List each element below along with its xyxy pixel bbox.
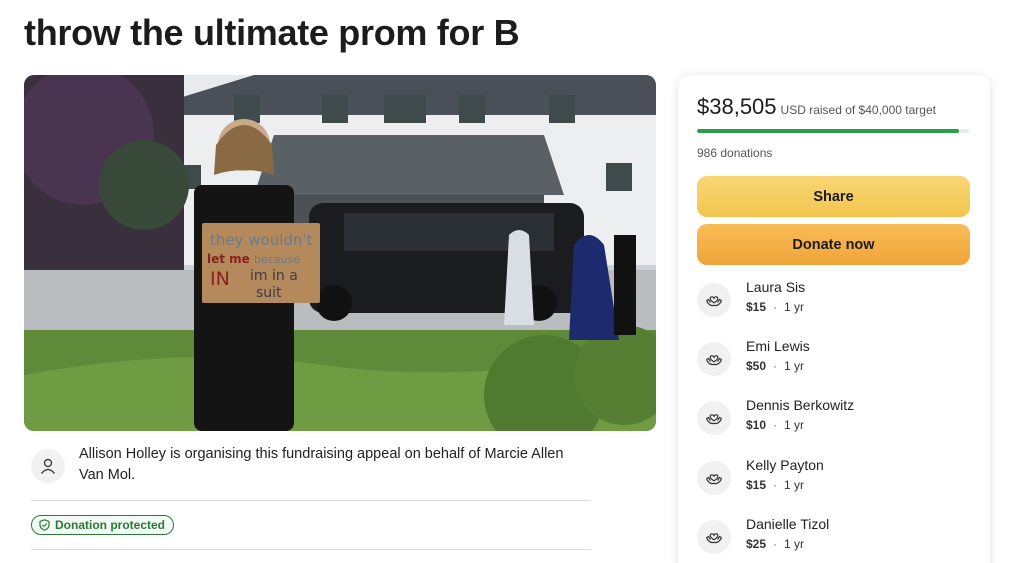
donor-name: Laura Sis (746, 279, 806, 295)
page-title: throw the ultimate prom for B (24, 12, 520, 53)
donate-now-button[interactable]: Donate now (697, 224, 970, 265)
donor-item: Danielle Tizol $25 · 1 yr (697, 516, 967, 560)
heart-hands-icon (697, 461, 731, 495)
campaign-photo[interactable]: they wouldn't let me because IN im in a … (24, 75, 656, 431)
heart-hands-icon (697, 283, 731, 317)
donor-name: Dennis Berkowitz (746, 397, 855, 413)
donor-name: Kelly Payton (746, 457, 824, 473)
heart-hands-icon (697, 520, 731, 554)
donor-amount: $15 (746, 300, 767, 314)
donor-item: Kelly Payton $15 · 1 yr (697, 457, 967, 501)
donor-meta: $15 · 1 yr (746, 300, 805, 314)
donor-item: Dennis Berkowitz $10 · 1 yr (697, 397, 967, 441)
donor-amount: $10 (746, 418, 767, 432)
raised-amount: $38,505 (697, 94, 777, 119)
sign-text-5: im in a (250, 268, 298, 284)
shield-icon (39, 519, 50, 531)
heart-hands-icon (697, 342, 731, 376)
donor-meta: $50 · 1 yr (746, 359, 805, 373)
donor-amount: $25 (746, 537, 767, 551)
donor-meta: $25 · 1 yr (746, 537, 805, 551)
donation-panel: $38,505 USD raised of $40,000 target 986… (678, 75, 990, 563)
donor-meta: $15 · 1 yr (746, 478, 805, 492)
divider (31, 500, 591, 501)
sign-text-2: let me (207, 252, 250, 266)
donor-item: Laura Sis $15 · 1 yr (697, 279, 967, 323)
person-icon (31, 449, 65, 483)
sign-text-3: because (254, 253, 300, 266)
donor-amount: $15 (746, 478, 767, 492)
donation-protected-label: Donation protected (55, 518, 165, 532)
progress-fill (697, 129, 959, 133)
donor-meta: $10 · 1 yr (746, 418, 805, 432)
donor-amount: $50 (746, 359, 767, 373)
progress-bar (697, 129, 969, 133)
raised-target: USD raised of $40,000 target (780, 103, 936, 117)
donor-name: Emi Lewis (746, 338, 810, 354)
donor-time: 1 yr (784, 359, 805, 373)
amount-raised: $38,505 USD raised of $40,000 target (697, 94, 936, 120)
donations-count: 986 donations (697, 146, 773, 160)
sign-text-1: they wouldn't (210, 231, 313, 249)
share-button[interactable]: Share (697, 176, 970, 217)
donation-protected-badge[interactable]: Donation protected (31, 515, 174, 535)
donor-time: 1 yr (784, 418, 805, 432)
organiser-text: Allison Holley is organising this fundra… (79, 446, 564, 483)
donor-time: 1 yr (784, 300, 805, 314)
campaign-photo-image: they wouldn't let me because IN im in a … (24, 75, 656, 431)
heart-hands-icon (697, 401, 731, 435)
organiser-info: Allison Holley is organising this fundra… (31, 444, 591, 486)
donor-item: Emi Lewis $50 · 1 yr (697, 338, 967, 382)
sign-text-6: suit (256, 285, 282, 301)
donor-name: Danielle Tizol (746, 516, 830, 532)
divider (31, 549, 591, 550)
donor-time: 1 yr (784, 537, 805, 551)
sign-text-4: IN (210, 268, 230, 290)
donor-time: 1 yr (784, 478, 805, 492)
